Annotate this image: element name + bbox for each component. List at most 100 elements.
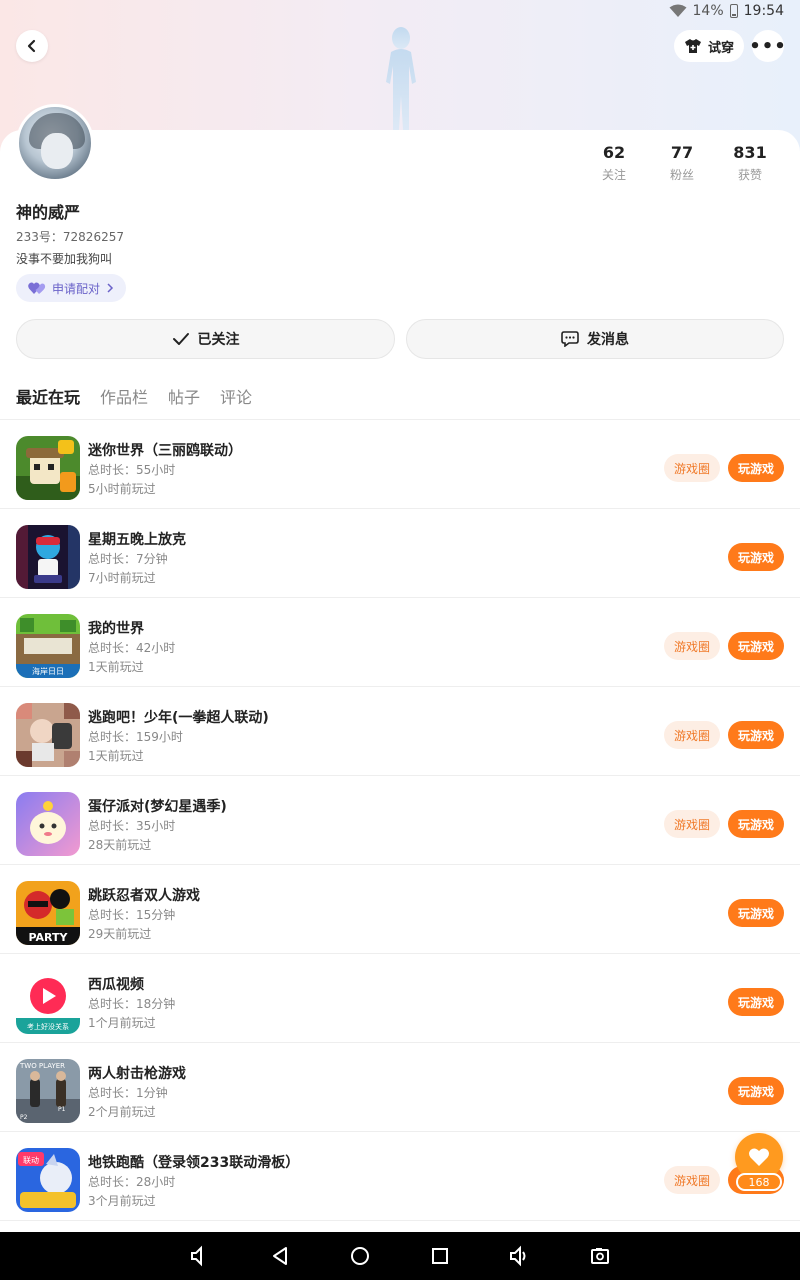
game-row[interactable]: 蛋仔派对(梦幻星遇季) 总时长：35小时 28天前玩过 游戏圈 玩游戏 <box>0 776 800 865</box>
game-last-played: 1天前玩过 <box>88 660 144 674</box>
game-row[interactable]: 星期五晚上放克 总时长：7分钟 7小时前玩过 玩游戏 <box>0 509 800 598</box>
followed-button[interactable]: 已关注 <box>16 319 395 359</box>
game-total-duration: 总时长：7分钟 <box>88 552 168 566</box>
chevron-left-icon <box>27 39 36 53</box>
game-name: 西瓜视频 <box>88 977 144 993</box>
play-game-button[interactable]: 玩游戏 <box>728 810 784 838</box>
minecraft-icon-banner: 海岸日日 <box>32 666 64 676</box>
heart-icon <box>749 1148 769 1166</box>
play-game-button[interactable]: 玩游戏 <box>728 632 784 660</box>
avatar-face <box>41 133 73 169</box>
stat-number: 831 <box>733 143 767 162</box>
game-row[interactable]: PARTY 跳跃忍者双人游戏 总时长：15分钟 29天前玩过 玩游戏 <box>0 865 800 954</box>
subway-icon-tag: 联动 <box>23 1155 39 1165</box>
stat-label: 粉丝 <box>669 168 694 182</box>
game-total-duration: 总时长：1分钟 <box>88 1086 168 1100</box>
game-circle-button[interactable]: 游戏圈 <box>664 632 720 660</box>
tab-posts[interactable]: 帖子 <box>168 384 200 418</box>
game-circle-button[interactable]: 游戏圈 <box>664 721 720 749</box>
followed-label: 已关注 <box>197 332 240 348</box>
game-last-played: 1个月前玩过 <box>88 1016 156 1030</box>
game-name: 跳跃忍者双人游戏 <box>88 888 200 904</box>
try-on-button[interactable]: 试穿 <box>674 30 744 62</box>
two-player-icon-text: TWO PLAYER <box>19 1062 65 1070</box>
game-icon-xigua-video: 考上好没关系 <box>16 970 80 1034</box>
avatar-figure-illustration <box>386 27 416 130</box>
game-name: 迷你世界（三丽鸥联动） <box>88 443 242 459</box>
home-nav-icon[interactable] <box>346 1242 374 1270</box>
play-game-button[interactable]: 玩游戏 <box>728 988 784 1016</box>
game-last-played: 1天前玩过 <box>88 749 144 763</box>
game-icon-mini-world <box>16 436 80 500</box>
battery-percent: 14% <box>692 3 724 19</box>
game-total-duration: 总时长：18分钟 <box>88 997 176 1011</box>
game-icon-friday-night-funkin <box>16 525 80 589</box>
like-count: 168 <box>736 1173 782 1191</box>
tab-works[interactable]: 作品栏 <box>100 384 148 418</box>
stat-followers[interactable]: 77 粉丝 <box>648 144 716 183</box>
play-game-button[interactable]: 玩游戏 <box>728 1077 784 1105</box>
game-name: 星期五晚上放克 <box>88 532 186 548</box>
game-last-played: 5小时前玩过 <box>88 482 156 496</box>
game-total-duration: 总时长：35小时 <box>88 819 176 833</box>
game-icon-eggy-party <box>16 792 80 856</box>
game-last-played: 28天前玩过 <box>88 838 152 852</box>
back-button[interactable] <box>16 30 48 62</box>
battery-icon <box>729 4 738 18</box>
stat-likes[interactable]: 831 获赞 <box>716 144 784 183</box>
game-circle-button[interactable]: 游戏圈 <box>664 454 720 482</box>
try-on-label: 试穿 <box>707 40 734 56</box>
game-row[interactable]: TWO PLAYER P2 P1 两人射击枪游戏 总时长：1分钟 2个月前玩过 … <box>0 1043 800 1132</box>
recents-nav-icon[interactable] <box>426 1242 454 1270</box>
game-total-duration: 总时长：55小时 <box>88 463 176 477</box>
play-game-button[interactable]: 玩游戏 <box>728 543 784 571</box>
game-name: 逃跑吧！少年(一拳超人联动) <box>88 710 269 726</box>
game-row[interactable]: 联动 地铁跑酷（登录领233联动滑板） 总时长：28小时 3个月前玩过 游戏圈 … <box>0 1132 800 1221</box>
tab-recently-played[interactable]: 最近在玩 <box>16 384 80 418</box>
system-navigation-bar <box>0 1232 800 1280</box>
game-circle-button[interactable]: 游戏圈 <box>664 1166 720 1194</box>
game-total-duration: 总时长：28小时 <box>88 1175 176 1189</box>
game-icon-two-player-shooter: TWO PLAYER P2 P1 <box>16 1059 80 1123</box>
play-game-button[interactable]: 玩游戏 <box>728 721 784 749</box>
game-row[interactable]: 迷你世界（三丽鸥联动） 总时长：55小时 5小时前玩过 游戏圈 玩游戏 <box>0 420 800 509</box>
game-row[interactable]: 海岸日日 我的世界 总时长：42小时 1天前玩过 游戏圈 玩游戏 <box>0 598 800 687</box>
game-name: 地铁跑酷（登录领233联动滑板） <box>88 1155 300 1171</box>
xigua-icon-banner: 考上好没关系 <box>27 1022 69 1031</box>
volume-down-icon[interactable] <box>186 1242 214 1270</box>
p1-icon-text: P1 <box>58 1106 66 1113</box>
user-avatar[interactable] <box>16 104 94 182</box>
play-game-button[interactable]: 玩游戏 <box>728 454 784 482</box>
user-bio: 没事不要加我狗叫 <box>16 252 113 266</box>
play-game-button[interactable]: 玩游戏 <box>728 899 784 927</box>
game-last-played: 29天前玩过 <box>88 927 152 941</box>
chat-bubble-icon <box>561 331 579 347</box>
game-row[interactable]: 逃跑吧！少年(一拳超人联动) 总时长：159小时 1天前玩过 游戏圈 玩游戏 <box>0 687 800 776</box>
like-floating-button[interactable]: 168 <box>734 1133 784 1193</box>
game-row[interactable]: 考上好没关系 西瓜视频 总时长：18分钟 1个月前玩过 玩游戏 <box>0 954 800 1043</box>
status-bar: 14% 19:54 <box>0 0 800 24</box>
stat-number: 62 <box>602 143 626 162</box>
back-nav-icon[interactable] <box>266 1242 294 1270</box>
game-total-duration: 总时长：159小时 <box>88 730 183 744</box>
stat-label: 获赞 <box>737 168 762 182</box>
p2-icon-text: P2 <box>20 1114 28 1121</box>
stat-number: 77 <box>670 143 694 162</box>
wifi-icon <box>669 4 687 17</box>
more-options-button[interactable]: ••• <box>749 30 787 62</box>
game-last-played: 7小时前玩过 <box>88 571 156 585</box>
user-id: 233号：72826257 <box>16 230 124 244</box>
send-message-button[interactable]: 发消息 <box>406 319 784 359</box>
send-message-label: 发消息 <box>587 332 629 348</box>
game-circle-button[interactable]: 游戏圈 <box>664 810 720 838</box>
double-heart-icon <box>28 282 46 294</box>
game-last-played: 2个月前玩过 <box>88 1105 156 1119</box>
screenshot-icon[interactable] <box>586 1242 614 1270</box>
stat-following[interactable]: 62 关注 <box>580 144 648 183</box>
request-pair-button[interactable]: 申请配对 <box>16 274 126 302</box>
recent-games-list: 迷你世界（三丽鸥联动） 总时长：55小时 5小时前玩过 游戏圈 玩游戏 星期五晚… <box>0 420 800 1221</box>
username: 神的威严 <box>16 203 81 222</box>
more-icon: ••• <box>749 35 787 57</box>
tab-comments[interactable]: 评论 <box>220 384 252 418</box>
volume-up-icon[interactable] <box>506 1242 534 1270</box>
